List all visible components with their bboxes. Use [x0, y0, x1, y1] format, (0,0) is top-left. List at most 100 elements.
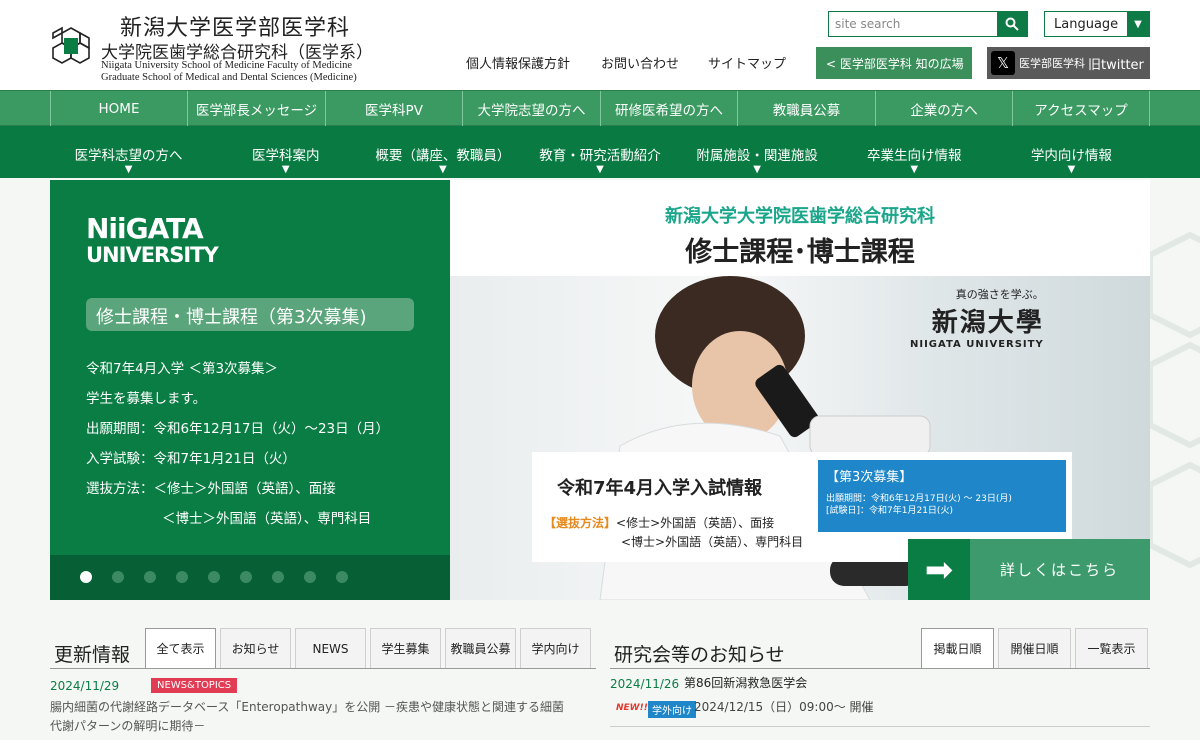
study-meetings-section: 研究会等のお知らせ 掲載日順 開催日順 一覧表示 2024/11/26 第86回…	[610, 628, 1150, 740]
primary-nav: HOME 医学部長メッセージ 医学科PV 大学院志望の方へ 研修医希望の方へ 教…	[0, 90, 1200, 127]
arrow-right-icon: ➡	[908, 539, 970, 600]
tab-news[interactable]: NEWS	[295, 628, 366, 668]
knowledge-plaza-button[interactable]: < 医学部医学科 知の広場	[816, 47, 972, 79]
nav-alumni-label: 卒業生向け情報	[867, 148, 962, 164]
slide-banner[interactable]: 新潟大学大学院医歯学総合研究科 修士課程･博士課程 真の強さを学ぶ。 新潟大學 …	[450, 180, 1150, 600]
search-input[interactable]: site search	[829, 12, 997, 36]
details-label: 詳しくはこちら	[1000, 561, 1120, 579]
slider-pagination	[50, 555, 450, 600]
nav-alumni[interactable]: 卒業生向け情報 ▼	[836, 126, 993, 178]
third-recruitment-box: 【第3次募集】 出願期間：令和6年12月17日(火) ～ 23日(月) [試験日…	[818, 460, 1066, 532]
slide-title[interactable]: 修士課程・博士課程（第3次募集)	[86, 298, 414, 331]
news-date: 2024/11/29	[50, 679, 120, 693]
nav-internal-label: 学内向け情報	[1030, 148, 1112, 164]
caret-down-icon: ▼	[281, 164, 290, 175]
search-box: site search	[828, 11, 1028, 37]
selection-method: 【選抜方法】<修士>外国語（英語）、面接 <博士>外国語（英語）、専門科目	[544, 514, 803, 552]
tab-student-recruitment[interactable]: 学生募集	[370, 628, 441, 668]
twitter-suffix: 旧twitter	[1088, 57, 1144, 73]
news-category-badge[interactable]: NEWS&TOPICS	[151, 678, 238, 693]
university-emblem-icon[interactable]	[50, 26, 92, 68]
nav-guide[interactable]: 医学科案内 ▼	[207, 126, 364, 178]
nav-access-map[interactable]: アクセスマップ	[1013, 91, 1150, 126]
slider-dot[interactable]	[208, 571, 220, 583]
contact-link[interactable]: お問い合わせ	[601, 53, 679, 72]
method-master: <修士>外国語（英語）、面接	[616, 516, 775, 530]
study-date: 2024/11/26	[610, 677, 680, 691]
search-button[interactable]	[997, 12, 1027, 36]
method-doctor: <博士>外国語（英語）、専門科目	[621, 535, 804, 549]
slide-line: 学生を募集します。	[86, 391, 207, 407]
slider-dot[interactable]	[112, 571, 124, 583]
study-tabs: 掲載日順 開催日順 一覧表示	[917, 628, 1148, 668]
nav-internal[interactable]: 学内向け情報 ▼	[993, 126, 1150, 178]
slide-line: 選抜方法：＜修士＞外国語（英語）、面接	[86, 481, 336, 497]
news-text-line-2: 代謝パターンの解明に期待－	[50, 719, 206, 733]
tab-notices[interactable]: お知らせ	[220, 628, 291, 668]
third-recruitment-title: 【第3次募集】	[826, 470, 913, 485]
application-period: 出願期間：令和6年12月17日(火) ～ 23日(月)	[826, 494, 1012, 504]
slide-line: 令和7年4月入学 ＜第3次募集＞	[86, 361, 279, 377]
nav-graduate[interactable]: 大学院志望の方へ	[463, 91, 601, 126]
slider-dot[interactable]	[176, 571, 188, 583]
recruitment-dates: 出願期間：令和6年12月17日(火) ～ 23日(月) [試験日]：令和7年1月…	[826, 493, 1058, 517]
hero-slider[interactable]: NiiGATA UNIVERSITY 修士課程・博士課程（第3次募集) 令和7年…	[50, 180, 1150, 600]
nav-recruitment[interactable]: 教職員公募	[738, 91, 876, 126]
caret-down-icon: ▼	[439, 164, 447, 175]
slider-dot[interactable]	[240, 571, 252, 583]
nav-pv[interactable]: 医学科PV	[326, 91, 463, 126]
caret-down-icon: ▼	[596, 164, 604, 175]
secondary-nav: 医学科志望の方へ ▼ 医学科案内 ▼ 概要（講座、教職員） ▼ 教育・研究活動紹介 ▼ …	[0, 126, 1200, 178]
chevron-down-icon: ▼	[1127, 12, 1149, 36]
tab-event-order[interactable]: 開催日順	[998, 628, 1071, 668]
new-badge: NEW!!	[616, 703, 648, 713]
method-label: 【選抜方法】	[544, 516, 617, 530]
nav-overview[interactable]: 概要（講座、教職員） ▼	[364, 126, 521, 178]
twitter-button[interactable]: 𝕏 医学部医学科 旧twitter	[987, 47, 1150, 79]
nav-prospective[interactable]: 医学科志望の方へ ▼	[50, 126, 207, 178]
tab-all[interactable]: 全て表示	[145, 628, 216, 668]
caret-down-icon: ▼	[753, 164, 761, 175]
nu-english: NIIGATA UNIVERSITY	[910, 339, 1044, 350]
language-label: Language	[1054, 16, 1119, 32]
slider-dot[interactable]	[304, 571, 316, 583]
site-header: 新潟大学医学部医学科 大学院医歯学総合研究科（医学系） Niigata Univ…	[0, 0, 1200, 90]
slider-dot[interactable]	[80, 571, 92, 583]
nav-prospective-label: 医学科志望の方へ	[74, 148, 183, 164]
study-tabs-underline	[610, 668, 1150, 669]
x-logo-icon: 𝕏	[991, 51, 1015, 75]
language-select[interactable]: Language ▼	[1044, 11, 1150, 37]
tab-staff-recruitment[interactable]: 教職員公募	[445, 628, 516, 668]
slide-text-panel: NiiGATA UNIVERSITY 修士課程・博士課程（第3次募集) 令和7年…	[50, 180, 450, 600]
caret-down-icon: ▼	[124, 164, 133, 175]
nav-companies[interactable]: 企業の方へ	[876, 91, 1013, 126]
nav-education[interactable]: 教育・研究活動紹介 ▼	[521, 126, 678, 178]
tab-internal[interactable]: 学内向け	[520, 628, 591, 668]
nav-home[interactable]: HOME	[51, 91, 188, 126]
external-tag: 学外向け	[648, 701, 696, 718]
title-en-line-2: Graduate School of Medical and Dental Sc…	[101, 72, 357, 83]
details-button[interactable]: ➡ 詳しくはこちら	[908, 539, 1150, 600]
tab-posted-order[interactable]: 掲載日順	[921, 628, 994, 668]
study-item-title[interactable]: 第86回新潟救急医学会	[684, 674, 807, 693]
nav-resident[interactable]: 研修医希望の方へ	[601, 91, 738, 126]
nav-dean-message[interactable]: 医学部長メッセージ	[188, 91, 326, 126]
sitemap-link[interactable]: サイトマップ	[708, 53, 786, 72]
nav-guide-label: 医学科案内	[251, 148, 320, 164]
banner-heading: 新潟大学大学院医歯学総合研究科	[665, 206, 935, 227]
tab-list-view[interactable]: 一覧表示	[1075, 628, 1148, 668]
caret-down-icon: ▼	[910, 164, 919, 175]
slider-dot[interactable]	[144, 571, 156, 583]
news-text-line-1: 腸内細菌の代謝経路データベース「Enteropathway」を公開 －疾患や健康…	[50, 700, 565, 714]
news-item-link[interactable]: 腸内細菌の代謝経路データベース「Enteropathway」を公開 －疾患や健康…	[50, 698, 564, 736]
nu-name: 新潟大學	[931, 308, 1044, 338]
slide-line: ＜博士＞外国語（英語）、専門科目	[162, 511, 372, 527]
nav-facilities[interactable]: 附属施設・関連施設 ▼	[679, 126, 836, 178]
search-icon	[1005, 17, 1019, 31]
slider-dot[interactable]	[336, 571, 348, 583]
slider-dot[interactable]	[272, 571, 284, 583]
nu-tagline: 真の強さを学ぶ。	[955, 288, 1044, 301]
admission-title: 令和7年4月入学入試情報	[557, 478, 763, 499]
study-item-divider	[610, 726, 1150, 727]
privacy-policy-link[interactable]: 個人情報保護方針	[466, 53, 570, 72]
